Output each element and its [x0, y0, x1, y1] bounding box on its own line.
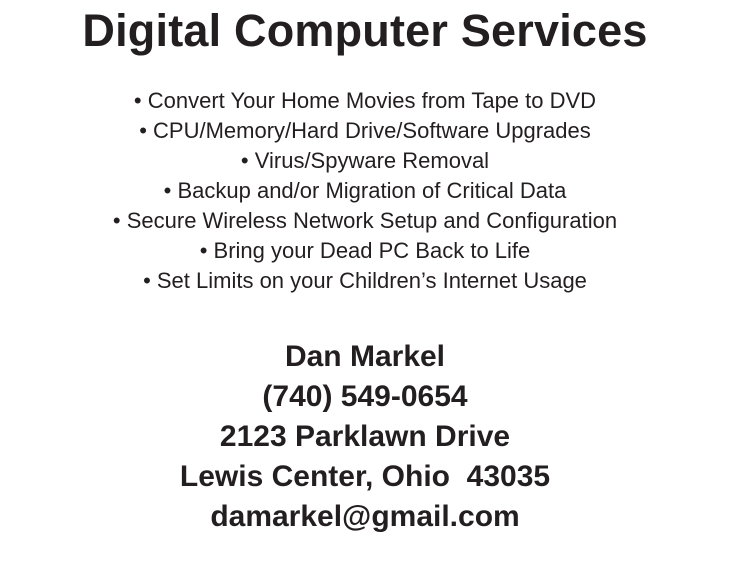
service-item-parental-limits: • Set Limits on your Children’s Internet…	[143, 268, 587, 293]
contact-block: Dan Markel (740) 549-0654 2123 Parklawn …	[0, 337, 730, 537]
service-item-pc-repair: • Bring your Dead PC Back to Life	[199, 238, 531, 263]
service-item-upgrades: • CPU/Memory/Hard Drive/Software Upgrade…	[139, 118, 591, 143]
service-item-dvd-conversion: • Convert Your Home Movies from Tape to …	[133, 88, 597, 113]
services-list: • Convert Your Home Movies from Tape to …	[0, 86, 730, 296]
contact-phone: (740) 549-0654	[262, 380, 468, 413]
service-item-virus-removal: • Virus/Spyware Removal	[240, 148, 490, 173]
contact-city-state-zip: Lewis Center, Ohio 43035	[179, 460, 551, 493]
flyer-page: Digital Computer Services • Convert Your…	[0, 0, 730, 563]
contact-street: 2123 Parklawn Drive	[219, 420, 511, 453]
flyer-title: Digital Computer Services	[82, 5, 648, 56]
service-item-wireless-setup: • Secure Wireless Network Setup and Conf…	[112, 208, 618, 233]
service-item-data-backup: • Backup and/or Migration of Critical Da…	[163, 178, 567, 203]
contact-email: damarkel@gmail.com	[210, 500, 520, 533]
contact-name: Dan Markel	[284, 340, 446, 373]
